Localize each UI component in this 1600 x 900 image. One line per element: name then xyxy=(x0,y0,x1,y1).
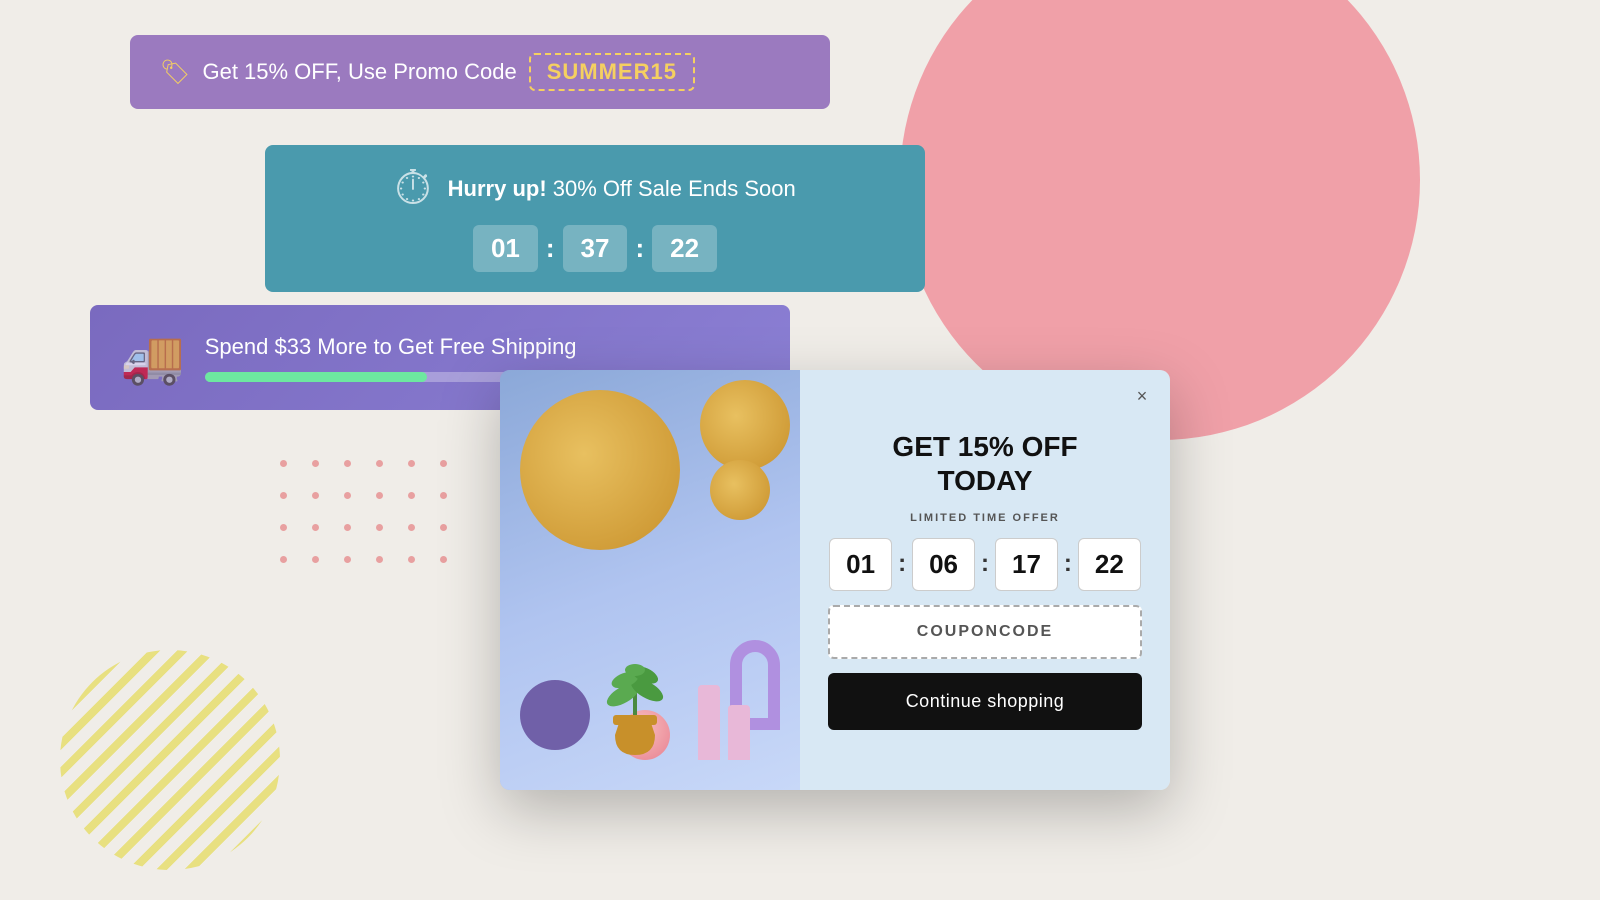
promo-banner-text: Get 15% OFF, Use Promo Code xyxy=(202,59,516,85)
progress-bar-fill xyxy=(205,372,427,382)
timer-colon-1: : xyxy=(546,233,555,264)
bg-dots-decoration xyxy=(280,460,458,574)
promo-code: SUMMER15 xyxy=(529,53,695,91)
popup-timer-colon-1: : xyxy=(898,550,906,578)
shipping-text: Spend $33 More to Get Free Shipping xyxy=(205,334,760,360)
countdown-title: Hurry up! 30% Off Sale Ends Soon xyxy=(448,176,796,202)
popup-content-panel: × GET 15% OFF TODAY LIMITED TIME OFFER 0… xyxy=(800,370,1170,790)
countdown-banner: ⏱ Hurry up! 30% Off Sale Ends Soon 01 : … xyxy=(265,145,925,292)
countdown-header: ⏱ Hurry up! 30% Off Sale Ends Soon xyxy=(394,165,796,213)
popup-timer-hours: 01 xyxy=(829,538,892,591)
popup-timer-tens: 17 xyxy=(995,538,1058,591)
pink-pillar-left-decoration xyxy=(698,685,720,760)
pink-pillar-right-decoration xyxy=(728,705,750,760)
timer-colon-2: : xyxy=(635,233,644,264)
gold-circle-small-decoration xyxy=(710,460,770,520)
popup-subtitle: LIMITED TIME OFFER xyxy=(910,512,1060,524)
popup-close-button[interactable]: × xyxy=(1128,382,1156,410)
popup-modal: × GET 15% OFF TODAY LIMITED TIME OFFER 0… xyxy=(500,370,1170,790)
promo-banner: 🏷 Get 15% OFF, Use Promo Code SUMMER15 xyxy=(130,35,830,109)
stopwatch-icon: ⏱ xyxy=(394,165,431,213)
popup-coupon-code[interactable]: COUPONCODE xyxy=(828,605,1142,659)
countdown-timer: 01 : 37 : 22 xyxy=(473,225,717,272)
timer-minutes: 37 xyxy=(563,225,628,272)
popup-timer: 01 : 06 : 17 : 22 xyxy=(829,538,1141,591)
tag-icon: 🏷 xyxy=(160,58,190,87)
popup-timer-seconds: 22 xyxy=(1078,538,1141,591)
popup-title: GET 15% OFF TODAY xyxy=(892,430,1077,497)
popup-image-panel xyxy=(500,370,800,790)
popup-timer-colon-3: : xyxy=(1064,550,1072,578)
gold-circle-medium-decoration xyxy=(700,380,790,470)
continue-shopping-button[interactable]: Continue shopping xyxy=(828,673,1142,730)
plant-icon xyxy=(595,645,675,765)
gold-circle-large-decoration xyxy=(520,390,680,550)
timer-hours: 01 xyxy=(473,225,538,272)
purple-circle-decoration xyxy=(520,680,590,750)
truck-icon: 🚚 xyxy=(120,327,185,388)
bg-yellow-stripe-decoration xyxy=(60,650,280,870)
timer-seconds: 22 xyxy=(652,225,717,272)
popup-timer-colon-2: : xyxy=(981,550,989,578)
popup-timer-minutes: 06 xyxy=(912,538,975,591)
